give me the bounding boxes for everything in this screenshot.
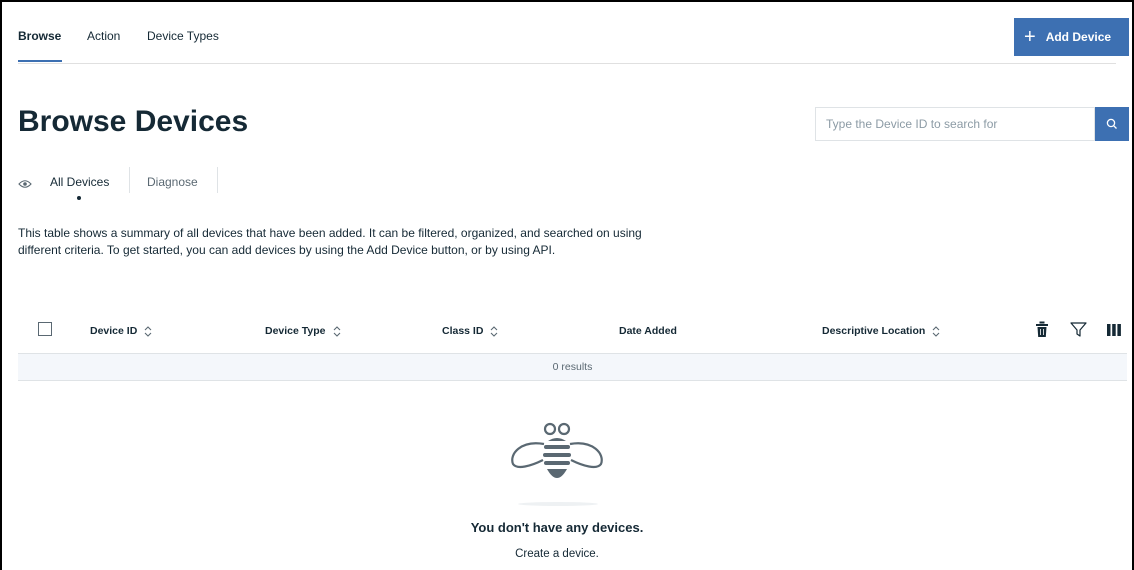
empty-state-title: You don't have any devices. (470, 520, 644, 535)
tab-device-types[interactable]: Device Types (147, 29, 219, 43)
page-title: Browse Devices (18, 105, 249, 138)
sort-icon (333, 325, 341, 337)
top-nav: Browse Action Device Types (18, 2, 1132, 62)
column-label: Class ID (442, 325, 484, 337)
page-description: This table shows a summary of all device… (18, 226, 642, 257)
subtab-diagnose[interactable]: Diagnose (147, 175, 198, 189)
tab-browse[interactable]: Browse (18, 29, 61, 43)
eye-icon (18, 176, 32, 194)
plus-icon: + (1024, 26, 1036, 48)
sort-icon (144, 325, 152, 337)
search-button[interactable] (1095, 107, 1129, 141)
filter-icon[interactable] (1070, 321, 1087, 343)
results-count: 0 results (552, 361, 593, 373)
column-header-descriptive-location[interactable]: Descriptive Location (822, 325, 940, 337)
subtab-divider (217, 167, 218, 193)
app-window: Browse Action Device Types + Add Device … (0, 0, 1134, 570)
column-label: Descriptive Location (822, 325, 926, 337)
subtab-divider (129, 167, 130, 193)
active-subtab-indicator (77, 196, 81, 200)
active-tab-indicator (18, 60, 62, 62)
columns-icon[interactable] (1106, 321, 1122, 343)
add-device-label: Add Device (1045, 30, 1112, 44)
sort-icon (932, 325, 940, 337)
bee-icon (507, 420, 607, 495)
column-label: Device Type (265, 325, 326, 337)
column-header-device-id[interactable]: Device ID (90, 325, 152, 337)
column-header-class-id[interactable]: Class ID (442, 325, 498, 337)
trash-icon[interactable] (1035, 321, 1049, 343)
subtab-all-devices[interactable]: All Devices (50, 175, 109, 189)
column-header-date-added[interactable]: Date Added (619, 325, 677, 337)
empty-state-shadow (518, 502, 598, 506)
column-header-device-type[interactable]: Device Type (265, 325, 341, 337)
search-input[interactable] (815, 107, 1095, 141)
results-bar: 0 results (18, 354, 1127, 381)
add-device-button[interactable]: + Add Device (1014, 18, 1129, 56)
select-all-checkbox[interactable] (38, 322, 52, 336)
column-label: Date Added (619, 325, 677, 337)
column-label: Device ID (90, 325, 138, 337)
tab-action[interactable]: Action (87, 29, 120, 43)
create-device-link[interactable]: Create a device. (2, 548, 1112, 560)
nav-divider (18, 63, 1116, 64)
search-icon (1106, 118, 1117, 129)
sort-icon (490, 325, 498, 337)
